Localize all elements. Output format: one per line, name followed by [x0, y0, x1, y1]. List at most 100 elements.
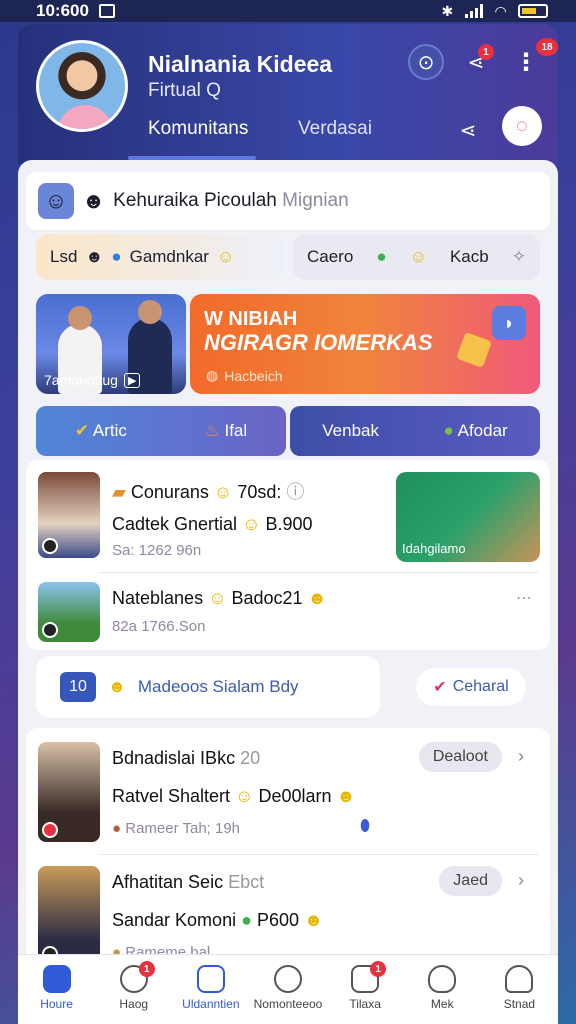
- wifi-icon: ◠: [495, 2, 506, 19]
- story-button[interactable]: ◌: [502, 106, 542, 146]
- avatar[interactable]: [36, 40, 128, 132]
- user-badge-icon: [42, 622, 58, 638]
- hug-icon: ☻: [82, 188, 106, 213]
- chip-lsd[interactable]: Lsd ☻ ● Gamdnkar ☺: [36, 234, 283, 280]
- share-icon: ⋖: [459, 119, 477, 142]
- nav-badge: 1: [370, 961, 387, 977]
- more-dots-icon[interactable]: ⋯: [516, 588, 532, 608]
- list-item[interactable]: Bdnadislai IBkc 20 Dealoot › Ratvel Shal…: [38, 742, 538, 842]
- profile-subtitle: Firtual Q: [148, 80, 221, 101]
- feed-title: Nateblanes ☺ Badoc21 ☻: [112, 588, 327, 608]
- signal-icon: [465, 4, 484, 18]
- tag-pill[interactable]: Dealoot: [418, 742, 502, 772]
- smile-icon: ☺: [213, 482, 233, 502]
- intro-text: Kehuraika Picoulah Mignian: [113, 190, 349, 211]
- chevron-right-icon[interactable]: ›: [518, 870, 524, 891]
- laugh-icon: ☻: [304, 910, 323, 930]
- pill-row: 10 ☻ Madeoos Sialam Bdy ✔ Ceharal: [36, 656, 540, 718]
- nav-item-heart[interactable]: Mek: [409, 965, 475, 1011]
- notification-icon: [98, 4, 115, 18]
- divider: [100, 572, 538, 573]
- tab-komunitans[interactable]: Komunitans: [148, 118, 248, 140]
- intro-row[interactable]: ☺ ☻ Kehuraika Picoulah Mignian: [26, 172, 550, 230]
- more-button[interactable]: ⋮ 18: [508, 38, 558, 80]
- person-icon: ●: [111, 247, 122, 266]
- nav-label: Stnad: [503, 997, 536, 1011]
- smile-icon: ☺: [242, 514, 261, 534]
- nav-label: Tilaxa: [349, 997, 381, 1011]
- feed-meta: ● Rameer Tah; 19h: [112, 820, 241, 837]
- nav-item-comment[interactable]: Nomonteeoo: [254, 965, 322, 1011]
- share-secondary-button[interactable]: ⋖: [450, 112, 486, 148]
- nav-item-chat[interactable]: 1 Haog: [101, 961, 167, 1011]
- chip-label: Lsd: [50, 247, 78, 266]
- chip-trail: Kacb: [449, 247, 489, 266]
- action-button-artic[interactable]: ✔ Artic ♨ Ifal: [36, 406, 286, 456]
- promo-title: W NIBIAH: [204, 308, 298, 330]
- bookmark-icon[interactable]: ◗: [492, 306, 526, 340]
- chip-caero[interactable]: Caero ● ☺ Kacb ✧: [293, 234, 540, 280]
- promo-caption: ◍ Hacbeich: [206, 367, 283, 384]
- main-panel: ☺ ☻ Kehuraika Picoulah Mignian Lsd ☻ ● G…: [18, 160, 558, 960]
- group-pill[interactable]: 10 ☻ Madeoos Sialam Bdy: [36, 656, 380, 718]
- sparkle-icon: ✧: [511, 247, 526, 266]
- chevron-right-icon[interactable]: ›: [518, 746, 524, 767]
- promo-card-label: Idahgilamo: [402, 541, 466, 556]
- nav-label: Mek: [430, 997, 454, 1011]
- avatar-icon: ●: [112, 820, 122, 837]
- share-button[interactable]: ⋖ 1: [458, 44, 494, 80]
- fire-icon: ♨: [204, 421, 220, 440]
- nav-item-home[interactable]: Houre: [24, 965, 90, 1011]
- smile-icon: ☺: [216, 247, 235, 266]
- video-caption: 7amonottug ▶: [44, 372, 141, 388]
- laugh-icon: ☻: [307, 588, 327, 608]
- feed-thumbnail: [38, 866, 100, 960]
- action-button-venbak[interactable]: Venbak ● Afodar: [290, 406, 540, 456]
- category-pill[interactable]: ✔ Ceharal: [416, 668, 526, 706]
- video-banner[interactable]: 7amonottug ▶: [36, 294, 186, 394]
- chip-trail: Gamdnkar: [129, 247, 209, 266]
- battery-icon: [518, 4, 548, 18]
- info-icon: ⓘ: [286, 482, 305, 502]
- feed-subtitle: Cadtek Gnertial ☺ B.900: [112, 514, 313, 534]
- feed-title: Afhatitan Seic Ebct: [112, 872, 265, 892]
- globe-icon: ●: [443, 421, 454, 440]
- home-icon: [42, 965, 71, 993]
- feed-title: ▰ Conurans ☺ 70sd: ⓘ: [112, 482, 305, 502]
- promo-card[interactable]: Idahgilamo: [396, 472, 540, 562]
- emoji-icon: ●: [376, 247, 387, 266]
- more-icon: ⋮: [514, 48, 538, 76]
- cup-icon: ◍: [206, 367, 219, 383]
- promo-banner[interactable]: W NIBIAH NGIRAGR IOMERKAS ◍ Hacbeich ◗: [190, 294, 540, 394]
- nav-item-profile[interactable]: Stnad: [486, 965, 552, 1011]
- profile-name: Nialnania Kideea: [148, 51, 333, 77]
- bottom-nav: Houre 1 Haog Uldanntien Nomonteeoo 1 Til…: [18, 954, 558, 1024]
- nav-label: Houre: [40, 997, 73, 1011]
- profile-header: Nialnania Kideea Firtual Q Komunitans Ve…: [18, 24, 558, 164]
- tag-pill[interactable]: Jaed: [439, 866, 502, 896]
- tab-verdasai[interactable]: Verdasai: [298, 118, 372, 140]
- feed-meta: Sa: 1262 96n: [112, 542, 202, 559]
- list-item[interactable]: Nateblanes ☺ Badoc21 ☻ 82a 1766.Son ⋯: [38, 582, 538, 646]
- globe-icon: ●: [241, 910, 252, 930]
- nav-label: Uldanntien: [182, 997, 240, 1011]
- list-item[interactable]: Afhatitan Seic Ebct Jaed › Sandar Komoni…: [38, 866, 538, 960]
- shield-button[interactable]: ⊙: [408, 44, 444, 80]
- smile-icon: ☺: [38, 183, 74, 219]
- shield-icon: ⊙: [417, 51, 435, 74]
- group-pill-text: Madeoos Sialam Bdy: [137, 677, 299, 696]
- more-badge: 18: [536, 38, 558, 56]
- play-icon: ▶: [123, 372, 141, 388]
- feed-subtitle: Sandar Komoni ● P600 ☻: [112, 910, 323, 930]
- status-time: 10:600: [36, 1, 89, 20]
- heart-icon: [428, 965, 457, 993]
- nav-badge: 1: [138, 961, 155, 977]
- ring-icon: ◌: [516, 114, 528, 137]
- banner-row: 7amonottug ▶ W NIBIAH NGIRAGR IOMERKAS ◍…: [36, 294, 540, 394]
- emoji-icon: ☻: [85, 247, 104, 266]
- nav-item-tablet[interactable]: Uldanntien: [178, 965, 244, 1011]
- feed-subtitle: Ratvel Shaltert ☺ De00larn ☻: [112, 786, 356, 806]
- category-pill-label: Ceharal: [452, 678, 509, 695]
- bluetooth-icon: ✱: [441, 2, 454, 19]
- nav-item-message[interactable]: 1 Tilaxa: [332, 961, 398, 1011]
